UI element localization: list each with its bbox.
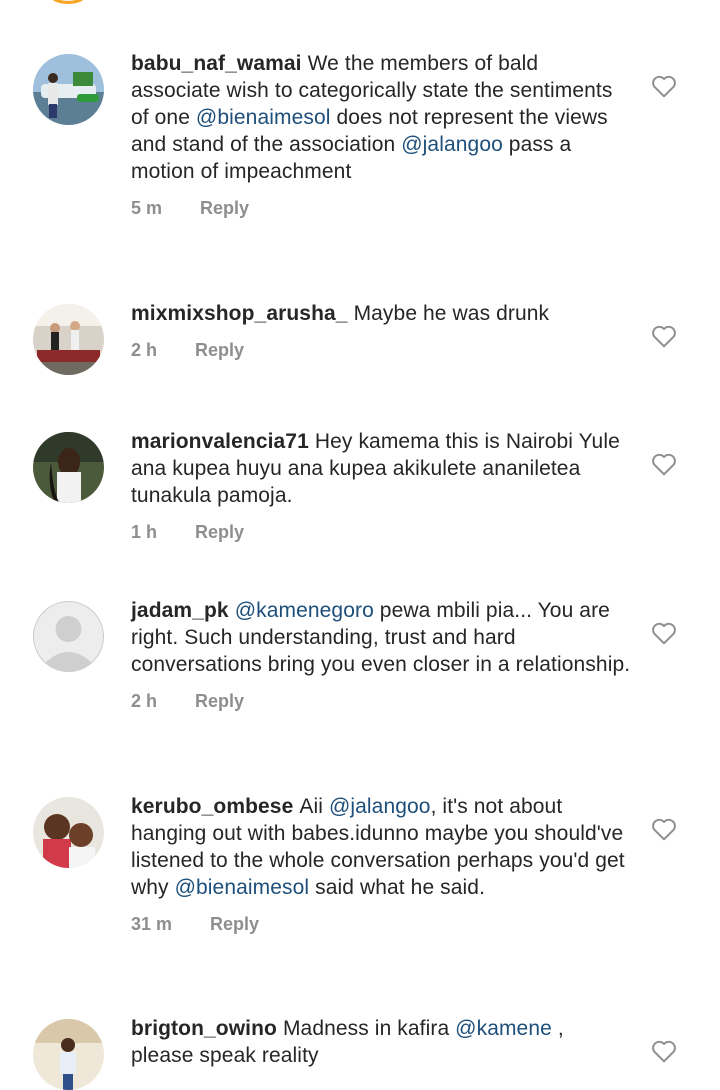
avatar[interactable] — [33, 54, 104, 125]
mention-link[interactable]: @bienaimesol — [175, 876, 310, 899]
mention-link[interactable]: @kamene — [455, 1017, 552, 1040]
comment-time: 5 m — [131, 198, 163, 218]
heart-outline-icon[interactable] — [651, 1039, 677, 1063]
avatar[interactable] — [33, 304, 104, 375]
heart-outline-icon[interactable] — [651, 452, 677, 476]
default-avatar[interactable] — [33, 601, 104, 672]
comment-time: 31 m — [131, 914, 173, 934]
heart-outline-icon[interactable] — [651, 817, 677, 841]
heart-outline-icon[interactable] — [651, 324, 677, 348]
reply-button[interactable]: Reply — [210, 914, 259, 934]
comment-body: Madness in kafira — [282, 1017, 456, 1040]
avatar[interactable] — [33, 797, 104, 868]
reply-button[interactable]: Reply — [200, 198, 249, 218]
comment-text: babu_naf_wamai We the members of bald ass… — [131, 50, 631, 185]
comment-meta: 2 h Reply — [131, 340, 631, 361]
avatar[interactable] — [33, 1019, 104, 1090]
comment-text: kerubo_ombese Aii @jalangoo, it's not abo… — [131, 793, 631, 901]
comment-body: said what he said. — [309, 876, 486, 899]
comment-meta: 5 m Reply — [131, 198, 631, 219]
mention-link[interactable]: @jalangoo — [329, 795, 431, 818]
mention-link[interactable]: @jalangoo — [401, 133, 503, 156]
comment-username[interactable]: kerubo_ombese — [131, 795, 293, 818]
comment-username[interactable]: mixmixshop_arusha_ — [131, 302, 348, 325]
comment-time: 1 h — [131, 522, 158, 542]
comment-meta: 1 h Reply — [131, 522, 631, 543]
heart-outline-icon[interactable] — [651, 74, 677, 98]
reply-button[interactable]: Reply — [195, 340, 244, 360]
comment-text: brigton_owino Madness in kafira @kamene ,… — [131, 1015, 631, 1069]
comment-username[interactable]: babu_naf_wamai — [131, 52, 302, 75]
comment-text: jadam_pk @kamenegoro pewa mbili pia... Yo… — [131, 597, 631, 678]
comment-body: Maybe he was drunk — [353, 302, 550, 325]
comment-text: mixmixshop_arusha_ Maybe he was drunk — [131, 300, 631, 327]
comment-time: 2 h — [131, 691, 158, 711]
comment-meta: 31 m Reply — [131, 914, 631, 935]
comment-meta: 2 h Reply — [131, 691, 631, 712]
comment-username[interactable]: jadam_pk — [131, 599, 229, 622]
story-ring-avatar[interactable] — [36, 0, 100, 4]
avatar[interactable] — [33, 432, 104, 503]
mention-link[interactable]: @kamenegoro — [235, 599, 374, 622]
comment-body: Aii — [299, 795, 329, 818]
comment-username[interactable]: brigton_owino — [131, 1017, 277, 1040]
mention-link[interactable]: @bienaimesol — [196, 106, 331, 129]
reply-button[interactable]: Reply — [195, 691, 244, 711]
heart-outline-icon[interactable] — [651, 621, 677, 645]
comment-username[interactable]: marionvalencia71 — [131, 430, 309, 453]
comment-time: 2 h — [131, 340, 158, 360]
reply-button[interactable]: Reply — [195, 522, 244, 542]
comment-text: marionvalencia71 Hey kamema this is Nairo… — [131, 428, 631, 509]
